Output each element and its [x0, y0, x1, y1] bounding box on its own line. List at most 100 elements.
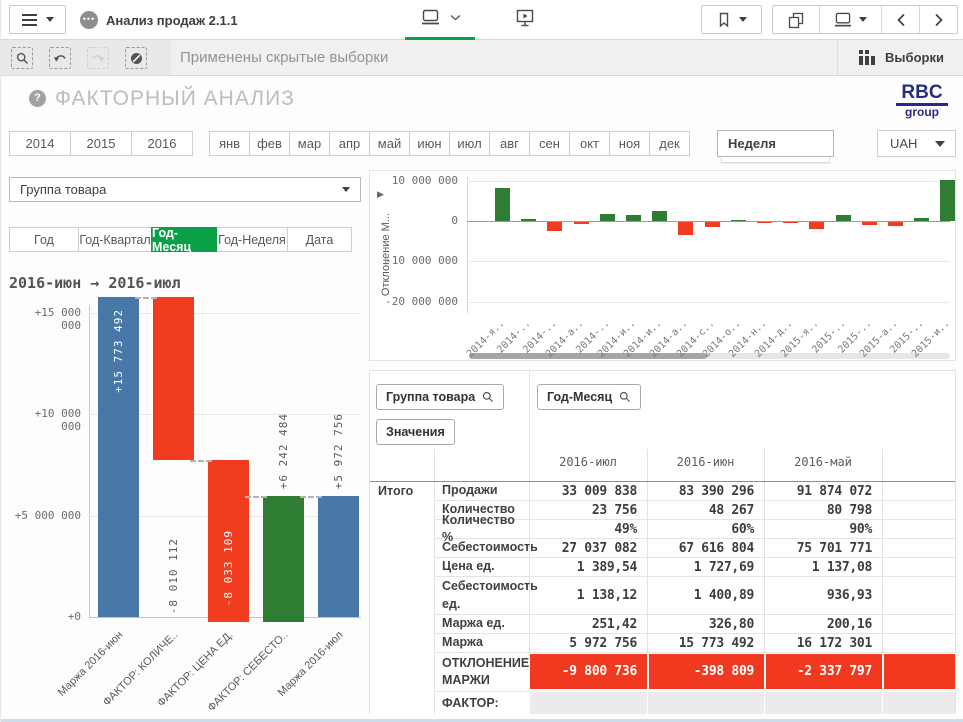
waterfall-bar[interactable] [153, 297, 194, 459]
table-value-cell[interactable]: 49% [529, 520, 647, 539]
month-filter-button[interactable]: янв [209, 131, 250, 156]
deviation-bar[interactable] [809, 222, 824, 229]
deviation-bar[interactable] [757, 222, 772, 223]
table-row-label[interactable]: Маржа [434, 634, 529, 653]
undo-selection-button[interactable] [49, 47, 71, 69]
deviation-bar[interactable] [626, 215, 641, 221]
table-value-cell[interactable]: 200,16 [764, 615, 882, 634]
table-value-cell[interactable] [882, 539, 955, 558]
table-value-cell[interactable]: 23 756 [529, 501, 647, 520]
month-filter-button[interactable]: июл [449, 131, 490, 156]
values-header-button[interactable]: Значения [376, 419, 455, 445]
week-search-input[interactable]: Неделя [717, 130, 834, 157]
table-value-cell[interactable]: 1 727,69 [647, 558, 764, 577]
table-value-cell[interactable]: 1 400,89 [647, 577, 764, 615]
month-filter-button[interactable]: авг [489, 131, 530, 156]
table-row-label[interactable]: Количество % [434, 520, 529, 539]
deviation-bar[interactable] [888, 222, 903, 226]
table-value-cell[interactable]: 326,80 [647, 615, 764, 634]
table-value-cell[interactable]: 15 773 492 [647, 634, 764, 653]
column-header-button[interactable]: Год-Месяц [537, 384, 641, 410]
currency-select[interactable]: UAH [877, 130, 956, 157]
deviation-bar[interactable] [574, 222, 589, 224]
table-value-cell[interactable]: 16 172 301 [764, 634, 882, 653]
sheet-list-button[interactable] [819, 6, 881, 33]
deviation-bar[interactable] [521, 219, 536, 221]
table-total-cell[interactable] [370, 520, 434, 539]
table-value-cell[interactable]: 83 390 296 [647, 482, 764, 501]
table-value-cell[interactable] [882, 558, 955, 577]
month-filter-button[interactable]: апр [329, 131, 370, 156]
year-filter-button[interactable]: 2015 [70, 131, 132, 156]
month-filter-button[interactable]: окт [569, 131, 610, 156]
waterfall-x-label[interactable]: ФАКТОР: СЕБЕСТО.. [197, 629, 290, 722]
deviation-bar[interactable] [836, 215, 851, 221]
table-value-cell[interactable]: 60% [647, 520, 764, 539]
table-row-label[interactable]: Себестоимость ед. [434, 577, 529, 615]
table-value-cell[interactable] [882, 692, 955, 714]
table-value-cell[interactable]: 27 037 082 [529, 539, 647, 558]
dimension-header-button[interactable]: Группа товара [376, 384, 504, 410]
expand-arrow-icon[interactable]: ▶ [377, 189, 384, 200]
deviation-bar[interactable] [705, 222, 720, 227]
duplicate-sheet-button[interactable] [773, 6, 819, 33]
waterfall-bar[interactable] [318, 496, 359, 617]
table-value-cell[interactable]: 936,93 [764, 577, 882, 615]
table-value-cell[interactable]: 1 138,12 [529, 577, 647, 615]
table-value-cell[interactable] [882, 577, 955, 615]
waterfall-x-label[interactable]: Маржа 2016-июн [32, 629, 125, 722]
app-options-icon[interactable]: ••• [80, 11, 98, 29]
table-total-cell[interactable] [370, 577, 434, 615]
tab-год[interactable]: Год [9, 227, 79, 252]
month-filter-button[interactable]: сен [529, 131, 570, 156]
search-selections-button[interactable] [11, 47, 33, 69]
table-total-cell[interactable] [370, 615, 434, 634]
table-total-cell[interactable] [370, 634, 434, 653]
deviation-bar[interactable] [600, 214, 615, 221]
story-mode-button[interactable] [515, 9, 535, 33]
waterfall-x-label[interactable]: ФАКТОР: ЦЕНА ЕД. [142, 629, 235, 722]
year-filter-button[interactable]: 2014 [9, 131, 71, 156]
product-group-dropdown[interactable]: Группа товара [9, 177, 361, 202]
table-value-cell[interactable] [882, 482, 955, 501]
waterfall-x-label[interactable]: Маржа 2016-июл [252, 629, 345, 722]
table-total-cell[interactable] [370, 539, 434, 558]
tab-год-месяц[interactable]: Год-Месяц [151, 227, 217, 252]
month-filter-button[interactable]: фев [249, 131, 290, 156]
table-total-cell[interactable] [370, 653, 434, 692]
table-value-cell[interactable]: 75 701 771 [764, 539, 882, 558]
month-filter-button[interactable]: ноя [609, 131, 650, 156]
table-total-cell[interactable]: Итого [370, 482, 434, 501]
table-row-label[interactable]: ФАКТОР: [434, 692, 529, 714]
tab-дата[interactable]: Дата [287, 227, 352, 252]
table-value-cell[interactable]: 90% [764, 520, 882, 539]
table-value-cell[interactable] [529, 692, 647, 714]
table-value-cell[interactable] [882, 501, 955, 520]
table-value-cell[interactable]: 251,42 [529, 615, 647, 634]
table-value-cell[interactable] [882, 615, 955, 634]
prev-sheet-button[interactable] [881, 6, 919, 33]
year-filter-button[interactable]: 2016 [131, 131, 193, 156]
deviation-bar[interactable] [495, 188, 510, 221]
table-value-cell[interactable]: -9 800 736 [529, 653, 647, 692]
next-sheet-button[interactable] [919, 6, 957, 33]
table-value-cell[interactable]: 5 972 756 [529, 634, 647, 653]
month-filter-button[interactable]: май [369, 131, 410, 156]
deviation-bar[interactable] [678, 222, 693, 235]
table-value-cell[interactable]: -2 337 797 [764, 653, 882, 692]
table-value-cell[interactable]: 91 874 072 [764, 482, 882, 501]
sheet-selector-button[interactable] [421, 9, 461, 26]
table-row-label[interactable]: Себестоимость [434, 539, 529, 558]
table-column-header[interactable]: 2016-май [764, 455, 882, 469]
table-row-label[interactable]: Маржа ед. [434, 615, 529, 634]
month-filter-button[interactable]: дек [649, 131, 690, 156]
deviation-bar[interactable] [783, 222, 798, 223]
table-value-cell[interactable]: -398 809 [647, 653, 764, 692]
table-value-cell[interactable]: 67 616 804 [647, 539, 764, 558]
deviation-bar[interactable] [547, 222, 562, 231]
table-value-cell[interactable] [647, 692, 764, 714]
tab-год-квартал[interactable]: Год-Квартал [78, 227, 152, 252]
deviation-bar[interactable] [862, 222, 877, 225]
waterfall-bar[interactable] [263, 496, 304, 623]
redo-selection-button[interactable] [87, 47, 109, 69]
